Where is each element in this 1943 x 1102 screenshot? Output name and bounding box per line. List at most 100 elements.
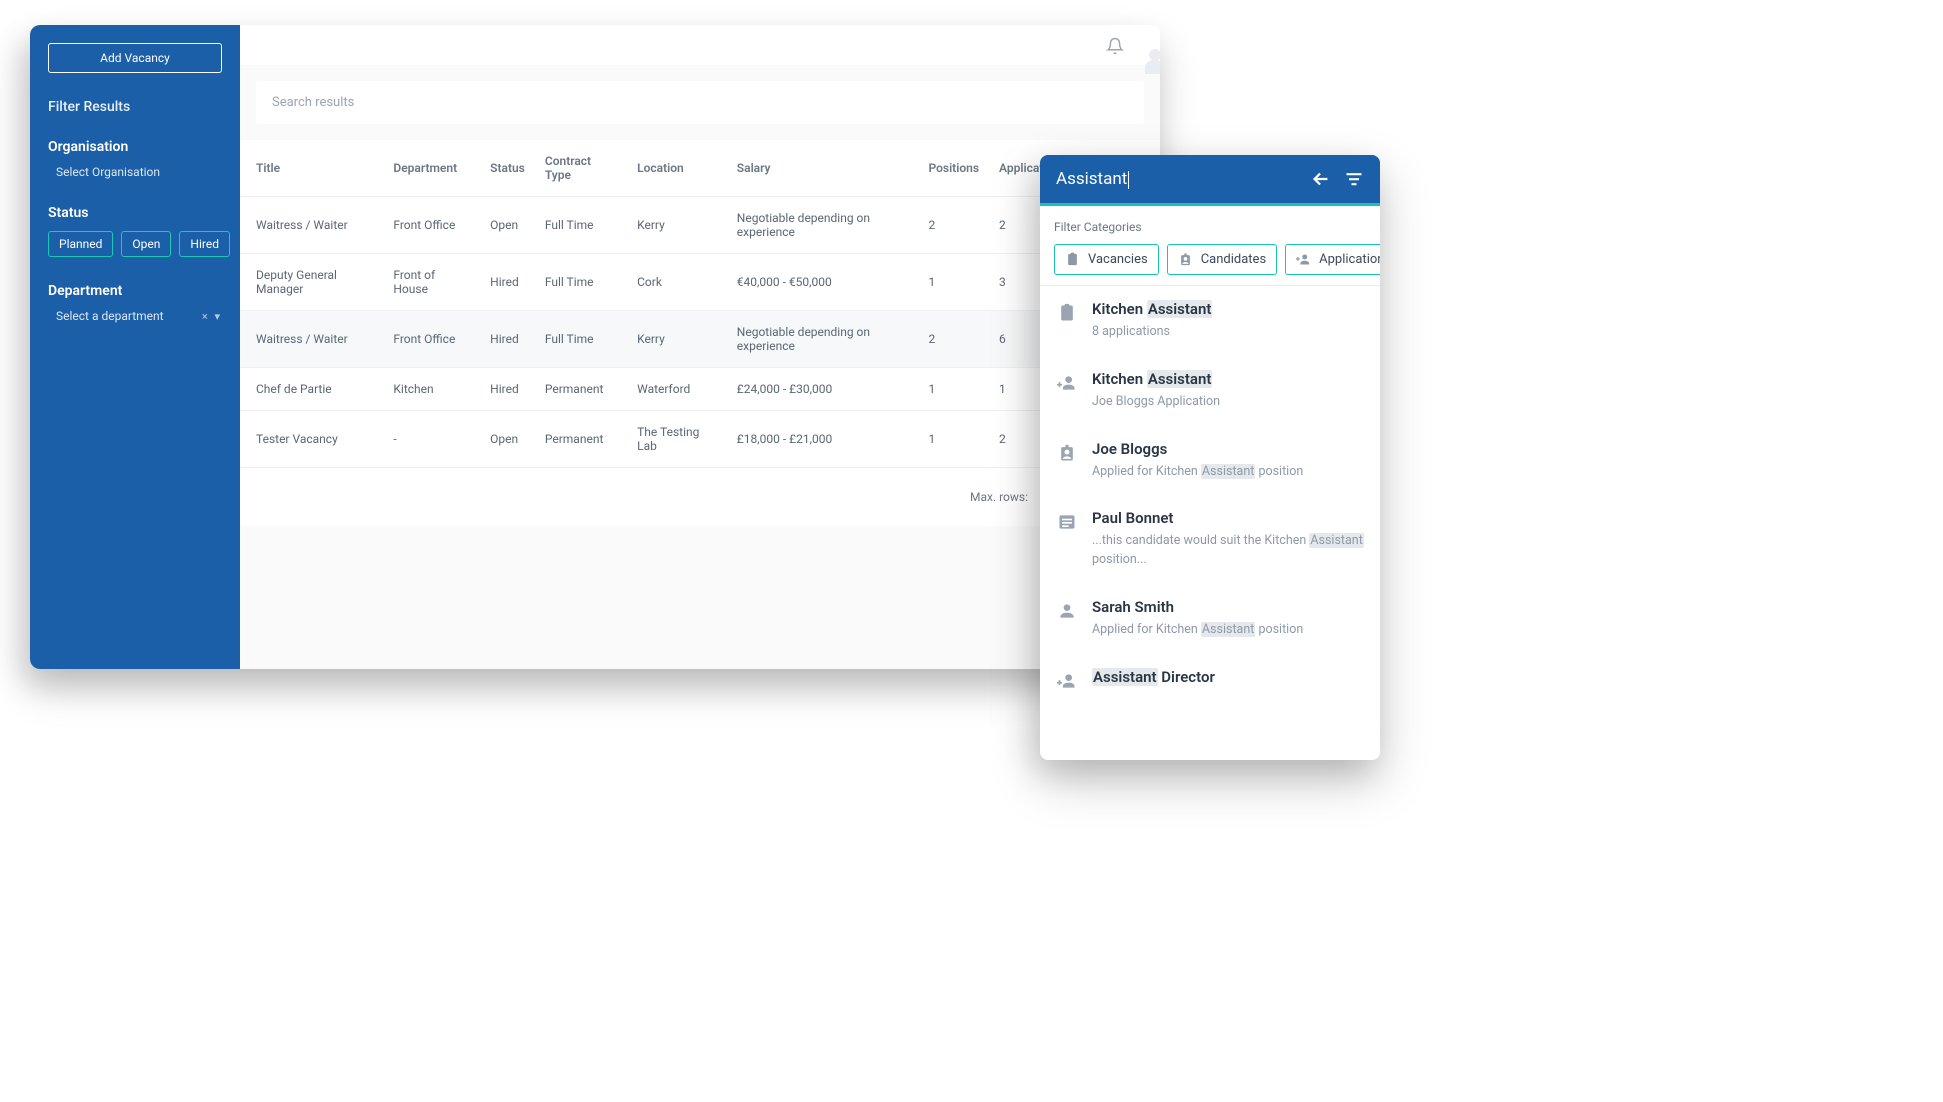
cell-title: Chef de Partie (240, 368, 383, 411)
col-contract[interactable]: Contract Type (535, 140, 627, 197)
cell-salary: Negotiable depending on experience (727, 197, 919, 254)
mobile-header: Assistant (1040, 155, 1380, 203)
cell-location: Cork (627, 254, 727, 311)
cell-contract: Full Time (535, 311, 627, 368)
cell-department: Kitchen (383, 368, 480, 411)
status-heading: Status (48, 205, 222, 221)
cell-status: Open (480, 197, 535, 254)
status-chip-hired[interactable]: Hired (179, 231, 230, 257)
filter-categories-title: Filter Categories (1054, 220, 1366, 234)
table-row[interactable]: Chef de PartieKitchenHiredPermanentWater… (240, 368, 1160, 411)
filter-icon[interactable] (1344, 169, 1364, 189)
result-subtitle: Applied for Kitchen Assistant position (1092, 463, 1364, 482)
cell-salary: £24,000 - £30,000 (727, 368, 919, 411)
filter-results-heading: Filter Results (48, 99, 222, 115)
filter-chip-vacancies[interactable]: Vacancies (1054, 244, 1159, 275)
cell-location: Waterford (627, 368, 727, 411)
mobile-search-term[interactable]: Assistant (1056, 169, 1298, 189)
cell-department: Front Office (383, 197, 480, 254)
badge-icon (1178, 252, 1193, 267)
col-salary[interactable]: Salary (727, 140, 919, 197)
back-arrow-icon[interactable] (1310, 168, 1332, 190)
select-department-label: Select a department (56, 309, 164, 323)
cell-positions: 1 (918, 254, 989, 311)
person-add-icon (1056, 373, 1078, 393)
search-result-item[interactable]: Paul Bonnet ...this candidate would suit … (1040, 495, 1380, 584)
search-result-item[interactable]: Joe Bloggs Applied for Kitchen Assistant … (1040, 426, 1380, 496)
person-add-icon (1296, 252, 1311, 267)
col-status[interactable]: Status (480, 140, 535, 197)
clipboard-icon (1065, 252, 1080, 267)
col-title[interactable]: Title (240, 140, 383, 197)
result-subtitle: Applied for Kitchen Assistant position (1092, 621, 1364, 640)
search-input[interactable] (256, 81, 1144, 124)
result-subtitle: 8 applications (1092, 323, 1364, 342)
badge-icon (1056, 443, 1078, 463)
department-clear-caret[interactable]: × ▾ (202, 310, 222, 323)
cell-title: Tester Vacancy (240, 411, 383, 468)
search-result-item[interactable]: Sarah SmithApplied for Kitchen Assistant… (1040, 584, 1380, 654)
select-organisation-link[interactable]: Select Organisation (56, 165, 222, 179)
cell-location: The Testing Lab (627, 411, 727, 468)
search-wrap (240, 65, 1160, 140)
result-title: Paul Bonnet (1092, 509, 1364, 527)
status-chip-row: Planned Open Hired (48, 231, 222, 257)
bell-icon[interactable] (1106, 35, 1124, 55)
vacancies-table-wrap: Title Department Status Contract Type Lo… (240, 140, 1160, 526)
cell-status: Hired (480, 254, 535, 311)
add-vacancy-button[interactable]: Add Vacancy (48, 43, 222, 73)
table-row[interactable]: Tester Vacancy-OpenPermanentThe Testing … (240, 411, 1160, 468)
person-add-icon (1056, 671, 1078, 691)
filter-chip-candidates[interactable]: Candidates (1167, 244, 1277, 275)
desktop-app-card: Add Vacancy Filter Results Organisation … (30, 25, 1160, 669)
person-icon (1056, 601, 1078, 621)
department-heading: Department (48, 283, 222, 299)
table-row[interactable]: Waitress / WaiterFront OfficeOpenFull Ti… (240, 197, 1160, 254)
col-location[interactable]: Location (627, 140, 727, 197)
col-department[interactable]: Department (383, 140, 480, 197)
cell-department: - (383, 411, 480, 468)
sidebar: Add Vacancy Filter Results Organisation … (30, 25, 240, 669)
cell-status: Hired (480, 311, 535, 368)
search-result-item[interactable]: Kitchen Assistant 8 applications (1040, 286, 1380, 356)
cell-contract: Permanent (535, 411, 627, 468)
search-result-item[interactable]: Kitchen AssistantJoe Bloggs Application (1040, 356, 1380, 426)
cell-positions: 1 (918, 368, 989, 411)
cell-contract: Permanent (535, 368, 627, 411)
result-title: Joe Bloggs (1092, 440, 1364, 458)
cell-title: Waitress / Waiter (240, 311, 383, 368)
search-results-list: Kitchen Assistant8 applicationsKitchen A… (1040, 286, 1380, 760)
cell-title: Deputy General Manager (240, 254, 383, 311)
topbar (240, 25, 1160, 65)
cell-salary: €40,000 - €50,000 (727, 254, 919, 311)
filter-categories: Filter Categories Vacancies Candidates A… (1040, 203, 1380, 286)
filter-chip-applications[interactable]: Applications (1285, 244, 1380, 275)
cell-location: Kerry (627, 311, 727, 368)
result-title: Kitchen Assistant (1092, 300, 1364, 318)
cell-location: Kerry (627, 197, 727, 254)
cell-positions: 2 (918, 197, 989, 254)
mobile-search-card: Assistant Filter Categories Vacancies Ca… (1040, 155, 1380, 760)
cell-salary: £18,000 - £21,000 (727, 411, 919, 468)
cell-department: Front Office (383, 311, 480, 368)
clipboard-icon (1056, 303, 1078, 323)
result-title: Assistant Director (1092, 668, 1364, 686)
max-rows-label: Max. rows: (970, 490, 1028, 504)
table-row[interactable]: Waitress / WaiterFront OfficeHiredFull T… (240, 311, 1160, 368)
cell-title: Waitress / Waiter (240, 197, 383, 254)
result-subtitle: ...this candidate would suit the Kitchen… (1092, 532, 1364, 570)
col-positions[interactable]: Positions (918, 140, 989, 197)
select-department-dropdown[interactable]: Select a department × ▾ (56, 309, 222, 323)
organisation-heading: Organisation (48, 139, 222, 155)
table-footer: Max. rows: 30 1 - 5 of 5 (240, 467, 1160, 526)
table-row[interactable]: Deputy General ManagerFront of HouseHire… (240, 254, 1160, 311)
result-subtitle: Joe Bloggs Application (1092, 393, 1364, 412)
status-chip-planned[interactable]: Planned (48, 231, 113, 257)
cell-contract: Full Time (535, 197, 627, 254)
main-area: Title Department Status Contract Type Lo… (240, 25, 1160, 669)
vacancies-table: Title Department Status Contract Type Lo… (240, 140, 1160, 467)
note-icon (1056, 512, 1078, 532)
search-result-item[interactable]: Assistant Director (1040, 654, 1380, 705)
cell-department: Front of House (383, 254, 480, 311)
status-chip-open[interactable]: Open (121, 231, 171, 257)
